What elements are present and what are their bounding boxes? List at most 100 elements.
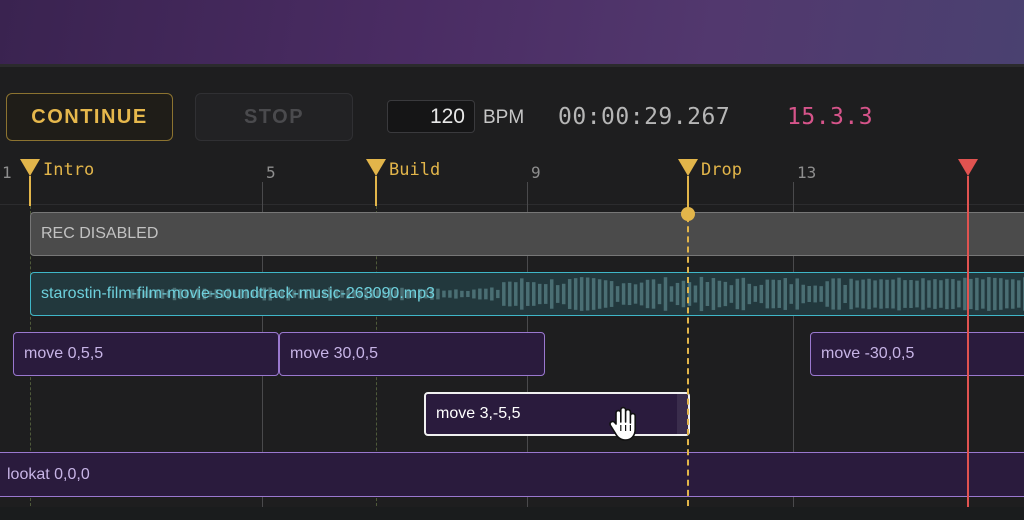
waveform-bar bbox=[729, 285, 734, 303]
waveform-bar bbox=[999, 278, 1003, 310]
waveform-bar bbox=[585, 277, 590, 311]
move-clip-label: move 3,-5,5 bbox=[436, 405, 521, 422]
waveform-bar bbox=[819, 286, 823, 302]
lookat-clip[interactable]: lookat 0,0,0 bbox=[0, 452, 1024, 497]
waveform-bar bbox=[639, 282, 644, 306]
lookat-clip-label: lookat 0,0,0 bbox=[7, 465, 90, 483]
waveform-bar bbox=[502, 282, 506, 306]
waveform-bar bbox=[651, 279, 656, 309]
stop-button[interactable]: STOP bbox=[195, 93, 353, 141]
move-clip[interactable]: move 0,5,5 bbox=[13, 332, 279, 376]
marker-drop-guide bbox=[687, 206, 689, 506]
waveform-bar bbox=[855, 280, 859, 308]
waveform-bar bbox=[693, 285, 698, 303]
bar-number: 1 bbox=[2, 163, 12, 182]
time-readout: 00:00:29.267 bbox=[558, 104, 731, 130]
position-readout: 15.3.3 bbox=[787, 104, 874, 130]
waveform-bar bbox=[909, 280, 913, 308]
rec-track-clip[interactable]: REC DISABLED bbox=[30, 212, 1024, 256]
continue-button[interactable]: CONTINUE bbox=[6, 93, 173, 141]
marker-drop-dot[interactable] bbox=[681, 207, 695, 221]
waveform-bar bbox=[981, 279, 985, 309]
move-clip-selected[interactable]: move 3,-5,5 bbox=[424, 392, 690, 436]
waveform-bar bbox=[801, 284, 805, 304]
waveform-bar bbox=[436, 288, 440, 300]
waveform-bar bbox=[490, 287, 494, 301]
waveform-bar bbox=[1005, 279, 1009, 309]
waveform-bar bbox=[915, 280, 919, 308]
bpm-label: BPM bbox=[483, 107, 525, 128]
waveform-bar bbox=[969, 278, 973, 310]
marker-build-icon[interactable] bbox=[366, 159, 386, 176]
waveform-bar bbox=[861, 279, 865, 309]
waveform-bar bbox=[975, 277, 979, 311]
marker-drop-line bbox=[687, 176, 689, 206]
waveform-bar bbox=[951, 279, 955, 309]
marker-build-line bbox=[375, 176, 377, 206]
marker-drop-icon[interactable] bbox=[678, 159, 698, 176]
waveform-bar bbox=[771, 279, 776, 309]
waveform-bar bbox=[597, 279, 602, 309]
marker-drop-label[interactable]: Drop bbox=[701, 160, 742, 180]
bpm-input[interactable] bbox=[387, 100, 475, 133]
move-clip-label: move 30,0,5 bbox=[290, 345, 379, 362]
waveform-bar bbox=[813, 285, 817, 303]
waveform-bar bbox=[514, 282, 518, 306]
waveform-bar bbox=[783, 278, 787, 310]
audio-clip-label: starostin-film-film-movie-soundtrack-mus… bbox=[41, 285, 435, 302]
waveform-bar bbox=[897, 277, 901, 311]
waveform-bar bbox=[567, 279, 572, 309]
waveform-bar bbox=[807, 286, 811, 302]
waveform-bar bbox=[837, 278, 841, 310]
waveform-bar bbox=[532, 282, 536, 306]
waveform-bar bbox=[549, 279, 554, 309]
waveform-bar bbox=[526, 282, 530, 306]
waveform-bar bbox=[891, 279, 895, 309]
waveform-bar bbox=[657, 283, 662, 305]
waveform-bar bbox=[843, 284, 847, 304]
move-clip[interactable]: move -30,0,5 bbox=[810, 332, 1024, 376]
viewport-preview bbox=[0, 0, 1024, 64]
waveform-bar bbox=[789, 284, 793, 304]
audio-clip[interactable]: starostin-film-film-movie-soundtrack-mus… bbox=[30, 272, 1024, 316]
waveform-bar bbox=[921, 278, 925, 310]
playhead-handle-icon[interactable] bbox=[958, 159, 978, 176]
waveform-bar bbox=[879, 279, 883, 309]
marker-intro-icon[interactable] bbox=[20, 159, 40, 176]
waveform-bar bbox=[681, 280, 686, 308]
waveform-bar bbox=[615, 286, 620, 302]
waveform-bar bbox=[663, 277, 668, 311]
waveform-bar bbox=[579, 277, 584, 311]
waveform-bar bbox=[633, 284, 638, 304]
waveform-bar bbox=[472, 289, 476, 299]
waveform-bar bbox=[741, 277, 746, 311]
marker-intro-label[interactable]: Intro bbox=[43, 160, 94, 180]
waveform-bar bbox=[987, 277, 991, 311]
transport-toolbar: CONTINUE STOP BPM 00:00:29.267 15.3.3 bbox=[0, 67, 1024, 159]
waveform-bar bbox=[454, 289, 458, 299]
waveform-bar bbox=[460, 290, 464, 298]
waveform-bar bbox=[777, 280, 782, 308]
waveform-bar bbox=[795, 278, 799, 310]
waveform-bar bbox=[903, 280, 907, 308]
waveform-bar bbox=[484, 288, 488, 300]
waveform-bar bbox=[537, 283, 542, 305]
waveform-bar bbox=[669, 286, 674, 302]
waveform-bar bbox=[765, 279, 770, 309]
waveform-bar bbox=[717, 280, 722, 308]
marker-build-label[interactable]: Build bbox=[389, 160, 440, 180]
waveform-bar bbox=[573, 278, 578, 310]
waveform-bar bbox=[603, 280, 608, 308]
bar-number: 9 bbox=[531, 163, 541, 182]
waveform-bar bbox=[543, 284, 548, 304]
waveform-bar bbox=[520, 278, 524, 310]
waveform-bar bbox=[496, 289, 500, 299]
waveform-bar bbox=[555, 285, 560, 303]
marker-intro-line bbox=[29, 176, 31, 206]
bar-number: 5 bbox=[266, 163, 276, 182]
move-clip[interactable]: move 30,0,5 bbox=[279, 332, 545, 376]
waveform-bar bbox=[945, 278, 949, 310]
rec-disabled-label: REC DISABLED bbox=[41, 225, 159, 242]
playhead-line[interactable] bbox=[967, 176, 969, 507]
timeline-ruler[interactable]: 1 5 9 13 Intro Build Drop bbox=[0, 159, 1024, 205]
